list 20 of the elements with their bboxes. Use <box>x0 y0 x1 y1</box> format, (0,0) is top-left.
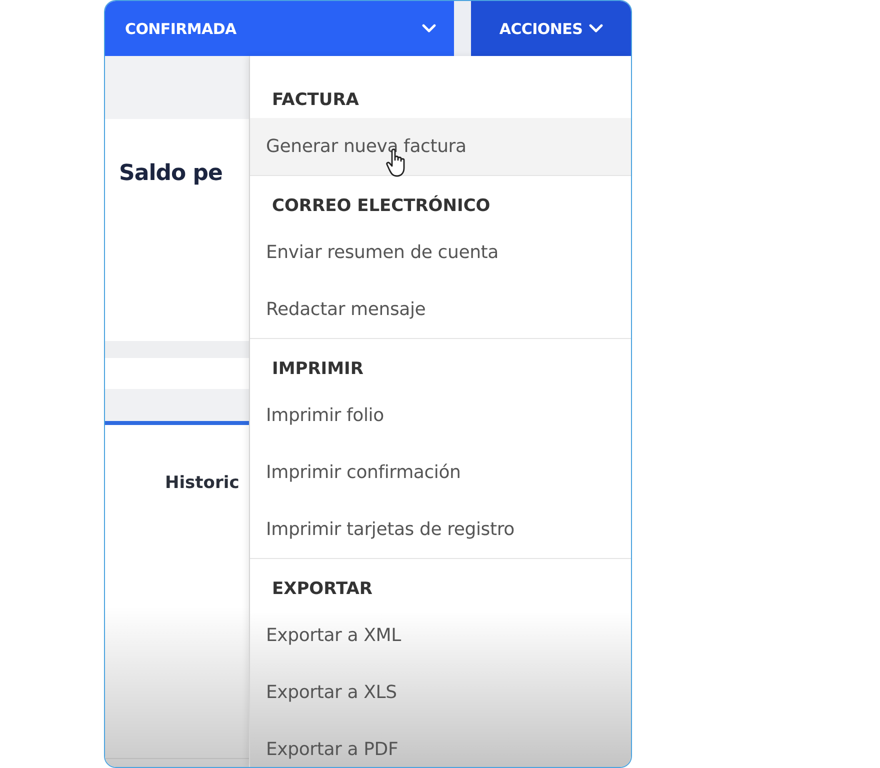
menu-section-title: CORREO ELECTRÓNICO <box>271 194 492 218</box>
menu-item[interactable]: Enviar resumen de cuenta <box>250 224 631 281</box>
menu-item[interactable]: Imprimir folio <box>250 387 631 444</box>
menu-item[interactable]: Exportar a XML <box>250 607 631 664</box>
menu-section-title: IMPRIMIR <box>271 358 364 381</box>
menu-item[interactable]: Imprimir tarjetas de registro <box>250 501 631 558</box>
menu-section-title: EXPORTAR <box>271 578 374 601</box>
chevron-down-icon <box>588 24 603 33</box>
status-dropdown[interactable]: CONFIRMADA <box>105 1 454 56</box>
menu-item[interactable]: Redactar mensaje <box>250 281 631 338</box>
chevron-down-icon <box>422 24 436 33</box>
menu-item[interactable]: Exportar a PDF <box>250 721 631 767</box>
menu-item[interactable]: Imprimir confirmación <box>250 444 631 501</box>
menu-item[interactable]: Generar nueva factura <box>250 118 631 175</box>
actions-button[interactable]: ACCIONES <box>471 1 631 56</box>
section-title: Historic <box>165 473 240 493</box>
toolbar-spacer <box>454 1 471 56</box>
menu-section-title: FACTURA <box>271 89 360 112</box>
menu-item[interactable]: Exportar a XLS <box>250 664 631 721</box>
section-heading: Saldo pe <box>119 161 222 186</box>
